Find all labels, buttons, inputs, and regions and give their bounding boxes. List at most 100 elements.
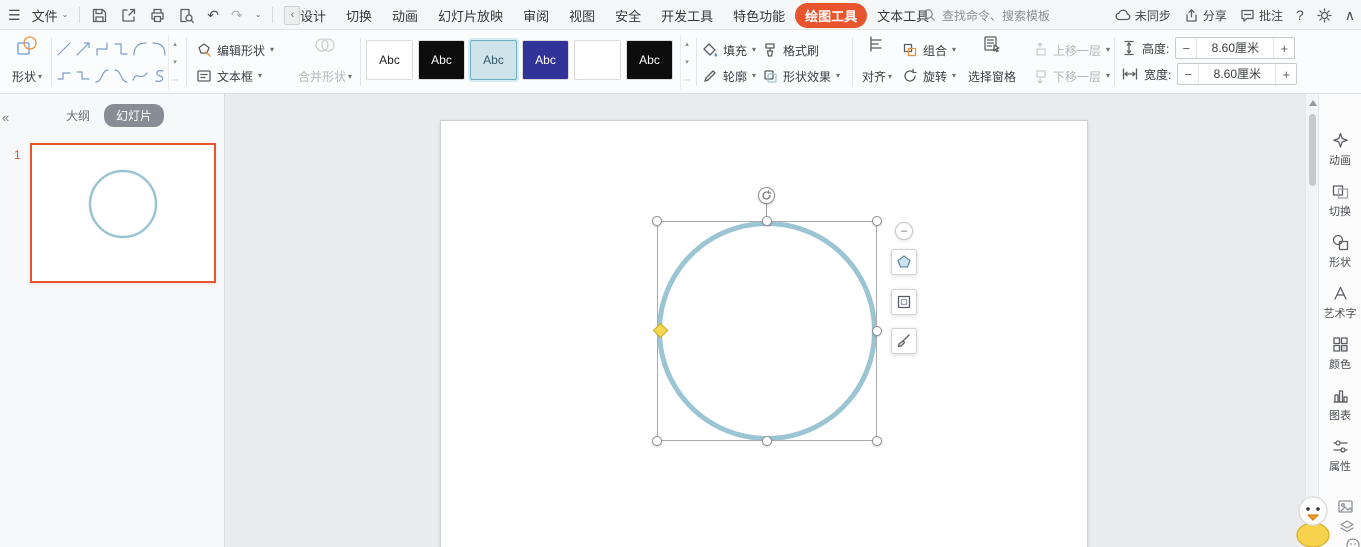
curve-connector-2-icon[interactable]: [150, 40, 168, 58]
circle-shape[interactable]: [657, 221, 877, 441]
file-menu-button[interactable]: 文件 ⌄: [32, 6, 69, 25]
width-decrease-button[interactable]: −: [1178, 67, 1198, 82]
canvas-vertical-scrollbar[interactable]: [1305, 94, 1318, 547]
tab-security[interactable]: 安全: [605, 3, 651, 28]
line-shape-diagonal-icon[interactable]: [55, 40, 73, 58]
tab-transition[interactable]: 切换: [336, 3, 382, 28]
layers-helper-icon[interactable]: [1340, 520, 1354, 534]
shape-style-option-6[interactable]: Abc: [626, 40, 673, 80]
print-icon[interactable]: [149, 7, 166, 24]
elbow-connector-icon[interactable]: [93, 40, 111, 58]
width-increase-button[interactable]: +: [1276, 67, 1296, 82]
slide-thumbnail-1[interactable]: [30, 143, 216, 283]
shape-style-option-3-selected[interactable]: Abc: [470, 40, 517, 80]
shape-effects-button[interactable]: 形状效果 ▾: [762, 64, 840, 88]
panel-animation-button[interactable]: 动画: [1319, 132, 1361, 168]
shape-style-option-2[interactable]: Abc: [418, 40, 465, 80]
undo-icon[interactable]: ↶: [207, 8, 219, 22]
collapse-ribbon-icon[interactable]: ∧: [1345, 8, 1355, 22]
resize-handle-bottom-center[interactable]: [762, 436, 772, 446]
tab-developer[interactable]: 开发工具: [651, 3, 723, 28]
scroll-up-arrow-icon[interactable]: [1309, 100, 1317, 106]
shape-style-option-4[interactable]: Abc: [522, 40, 569, 80]
export-icon[interactable]: [120, 7, 137, 24]
tab-design[interactable]: 设计: [290, 3, 336, 28]
send-backward-button[interactable]: 下移一层 ▾: [1032, 64, 1110, 88]
resize-handle-top-center[interactable]: [762, 216, 772, 226]
freeform-curve-icon[interactable]: [131, 67, 149, 85]
panel-properties-button[interactable]: 属性: [1319, 438, 1361, 474]
collapse-floating-toolbar-button[interactable]: −: [895, 222, 913, 240]
elbow-connector-2-icon[interactable]: [112, 40, 130, 58]
text-box-button[interactable]: 文本框 ▾: [196, 64, 262, 88]
s-shape-icon[interactable]: [150, 67, 168, 85]
rotation-handle[interactable]: [758, 187, 775, 204]
resize-handle-top-right[interactable]: [872, 216, 882, 226]
tab-drawing-tools[interactable]: 绘图工具: [795, 2, 868, 28]
shape-style-option-5[interactable]: [574, 40, 621, 80]
tab-special-features[interactable]: 特色功能: [723, 3, 795, 28]
save-icon[interactable]: [91, 7, 108, 24]
floating-shape-style-button[interactable]: [891, 249, 917, 275]
panel-shapes-button[interactable]: 形状: [1319, 234, 1361, 270]
elbow-connector-4-icon[interactable]: [74, 67, 92, 85]
help-icon[interactable]: ?: [1296, 8, 1304, 22]
assistant-duck-mascot[interactable]: [1288, 494, 1338, 547]
resize-handle-bottom-right[interactable]: [872, 436, 882, 446]
outline-button[interactable]: 轮廓 ▾: [702, 64, 756, 88]
print-preview-icon[interactable]: [178, 7, 195, 24]
sync-status-button[interactable]: 未同步: [1115, 7, 1171, 24]
edit-shape-button[interactable]: 编辑形状 ▾: [196, 38, 274, 62]
command-search-box[interactable]: 查找命令、搜索模板: [922, 0, 1050, 30]
floating-outline-button[interactable]: [891, 289, 917, 315]
gallery-up-icon[interactable]: ▴: [173, 40, 177, 48]
panel-colors-button[interactable]: 颜色: [1319, 336, 1361, 372]
gallery-up-icon[interactable]: ▴: [685, 40, 689, 48]
redo-icon[interactable]: ↷: [231, 8, 243, 22]
merge-shapes-button[interactable]: 合并形状 ▾: [294, 32, 356, 90]
main-menu-icon[interactable]: ☰: [8, 8, 21, 22]
panel-transition-button[interactable]: 切换: [1319, 183, 1361, 219]
resize-handle-bottom-left[interactable]: [652, 436, 662, 446]
shape-style-option-1[interactable]: Abc: [366, 40, 413, 80]
gallery-down-icon[interactable]: ▾: [173, 58, 177, 66]
collapse-panel-button[interactable]: «: [2, 110, 9, 125]
line-shape-arrow-icon[interactable]: [74, 40, 92, 58]
curve-connector-icon[interactable]: [131, 40, 149, 58]
qat-more-icon[interactable]: ⌄: [255, 11, 262, 19]
resize-handle-top-left[interactable]: [652, 216, 662, 226]
width-value[interactable]: 8.60厘米: [1198, 64, 1277, 84]
height-decrease-button[interactable]: −: [1176, 41, 1196, 56]
fill-button[interactable]: 填充 ▾: [702, 38, 756, 62]
comment-button[interactable]: 批注: [1240, 7, 1283, 24]
tab-slides[interactable]: 幻灯片: [104, 104, 165, 127]
height-increase-button[interactable]: +: [1274, 41, 1294, 56]
floating-format-brush-button[interactable]: [891, 328, 917, 354]
tab-view[interactable]: 视图: [559, 3, 605, 28]
s-curve-connector-icon[interactable]: [93, 67, 111, 85]
panel-chart-button[interactable]: 图表: [1319, 387, 1361, 423]
gallery-down-icon[interactable]: ▾: [685, 58, 689, 66]
slide-editing-canvas[interactable]: −: [225, 94, 1306, 547]
group-button[interactable]: 组合 ▾: [902, 38, 956, 62]
panel-wordart-button[interactable]: 艺术字: [1319, 285, 1361, 321]
tab-outline[interactable]: 大纲: [66, 107, 90, 124]
tab-animation[interactable]: 动画: [382, 3, 428, 28]
align-button[interactable]: 对齐 ▾: [856, 32, 898, 90]
s-curve-connector-2-icon[interactable]: [112, 67, 130, 85]
share-button[interactable]: 分享: [1184, 7, 1227, 24]
format-painter-button[interactable]: 格式刷: [762, 38, 819, 62]
insert-shape-button[interactable]: 形状 ▾: [4, 32, 50, 90]
height-value[interactable]: 8.60厘米: [1196, 38, 1275, 58]
rotate-button[interactable]: 旋转 ▾: [902, 64, 956, 88]
tab-slideshow[interactable]: 幻灯片放映: [428, 3, 513, 28]
selection-pane-button[interactable]: 选择窗格: [964, 32, 1020, 90]
screenshot-helper-icon[interactable]: [1338, 500, 1353, 513]
elbow-connector-3-icon[interactable]: [55, 67, 73, 85]
gallery-more-icon[interactable]: ⋯: [684, 76, 691, 84]
help-badge-icon[interactable]: [1346, 538, 1360, 547]
resize-handle-middle-right[interactable]: [872, 326, 882, 336]
bring-forward-button[interactable]: 上移一层 ▾: [1032, 38, 1110, 62]
settings-icon[interactable]: [1317, 7, 1332, 23]
scrollbar-thumb[interactable]: [1309, 114, 1316, 186]
